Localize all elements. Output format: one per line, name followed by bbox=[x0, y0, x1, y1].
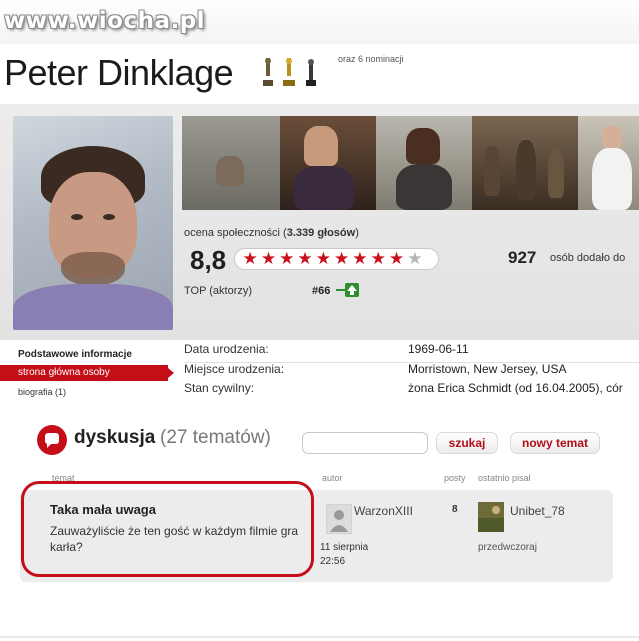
avatar-icon[interactable] bbox=[478, 502, 504, 532]
person-header: Peter Dinklage oraz 6 nominacji bbox=[0, 44, 639, 104]
star-icon[interactable]: ★ bbox=[296, 250, 314, 268]
last-post-time: przedwczoraj bbox=[478, 542, 537, 553]
thread-author[interactable]: WarzonXIII bbox=[354, 504, 413, 518]
votes-count: 3.339 głosów bbox=[286, 227, 356, 239]
person-name: Peter Dinklage bbox=[4, 52, 234, 93]
star-icon[interactable]: ★ bbox=[241, 250, 259, 268]
photo-gallery bbox=[182, 116, 639, 210]
gallery-photo[interactable] bbox=[376, 116, 472, 210]
search-button[interactable]: szukaj bbox=[436, 432, 498, 454]
thread-posts-count: 8 bbox=[452, 504, 458, 515]
birth-place-label: Miejsce urodzenia: bbox=[184, 362, 285, 376]
marital-status-value: żona Erica Schmidt (od 16.04.2005), cór bbox=[408, 381, 623, 395]
nominations-link[interactable]: oraz 6 nominacji bbox=[338, 54, 404, 64]
discussion-header: dyskusja (27 tematów) szukaj nowy temat bbox=[0, 412, 639, 460]
nav-item-person-home[interactable]: strona główna osoby bbox=[0, 365, 174, 381]
star-icon[interactable]: ★ bbox=[406, 250, 424, 268]
gallery-photo[interactable] bbox=[280, 116, 376, 210]
marital-status-label: Stan cywilny: bbox=[184, 381, 255, 395]
gallery-photo[interactable] bbox=[182, 116, 280, 210]
rating-stars[interactable]: ★ ★ ★ ★ ★ ★ ★ ★ ★ ★ bbox=[234, 248, 439, 270]
top-ranking-label[interactable]: TOP (aktorzy) bbox=[184, 285, 252, 297]
star-icon[interactable]: ★ bbox=[351, 250, 369, 268]
award-statuette-icon bbox=[283, 58, 295, 86]
discussion-title: dyskusja bbox=[74, 427, 156, 448]
last-post-author[interactable]: Unibet_78 bbox=[510, 504, 565, 518]
birth-date-label: Data urodzenia: bbox=[184, 342, 269, 356]
person-photo[interactable] bbox=[13, 116, 173, 330]
thread-date: 11 sierpnia bbox=[320, 542, 369, 553]
nav-item-label: strona główna osoby bbox=[18, 367, 110, 378]
discussion-bubble-icon bbox=[37, 425, 67, 455]
discussion-count: (27 tematów) bbox=[160, 427, 271, 448]
nav-item-biography[interactable]: biografia (1) bbox=[18, 387, 66, 397]
rating-score: 8,8 bbox=[190, 245, 227, 275]
star-icon[interactable]: ★ bbox=[332, 250, 350, 268]
divider bbox=[0, 636, 639, 638]
awards bbox=[262, 58, 322, 86]
favorites-text: osób dodało do bbox=[550, 252, 626, 264]
basic-info-title: Podstawowe informacje bbox=[18, 349, 132, 360]
star-icon[interactable]: ★ bbox=[314, 250, 332, 268]
favorites-count: 927 bbox=[508, 248, 537, 267]
new-topic-button[interactable]: nowy temat bbox=[510, 432, 600, 454]
top-rank: #66 bbox=[312, 285, 331, 297]
gallery-photo[interactable] bbox=[472, 116, 578, 210]
avatar-icon[interactable] bbox=[326, 504, 352, 534]
award-statuette-icon bbox=[306, 59, 316, 86]
column-author: autor bbox=[322, 473, 343, 483]
star-icon[interactable]: ★ bbox=[259, 250, 277, 268]
column-last-post: ostatnio pisał bbox=[478, 473, 531, 483]
community-rating-label: ocena społeczności (3.339 głosów) bbox=[184, 227, 359, 239]
gallery-photo[interactable] bbox=[578, 116, 639, 210]
birth-place-value[interactable]: Morristown, New Jersey, USA bbox=[408, 362, 566, 376]
watermark: www.wiocha.pl bbox=[4, 8, 206, 34]
rank-up-arrow-icon bbox=[336, 283, 359, 297]
profile-panel: ocena społeczności (3.339 głosów) 8,8 ★ ★… bbox=[0, 104, 639, 340]
discussion-search-input[interactable] bbox=[302, 432, 428, 454]
highlight-circle bbox=[21, 481, 314, 577]
award-statuette-icon bbox=[263, 58, 273, 86]
thread-time: 22:56 bbox=[320, 556, 346, 567]
star-icon[interactable]: ★ bbox=[369, 250, 387, 268]
star-icon[interactable]: ★ bbox=[387, 250, 405, 268]
column-posts: posty bbox=[444, 473, 466, 483]
star-icon[interactable]: ★ bbox=[278, 250, 296, 268]
birth-date-value: 1969-06-11 bbox=[408, 342, 469, 356]
basic-info-section: Podstawowe informacje strona główna osob… bbox=[0, 340, 639, 412]
watermark-strip: www.wiocha.pl bbox=[0, 0, 639, 44]
